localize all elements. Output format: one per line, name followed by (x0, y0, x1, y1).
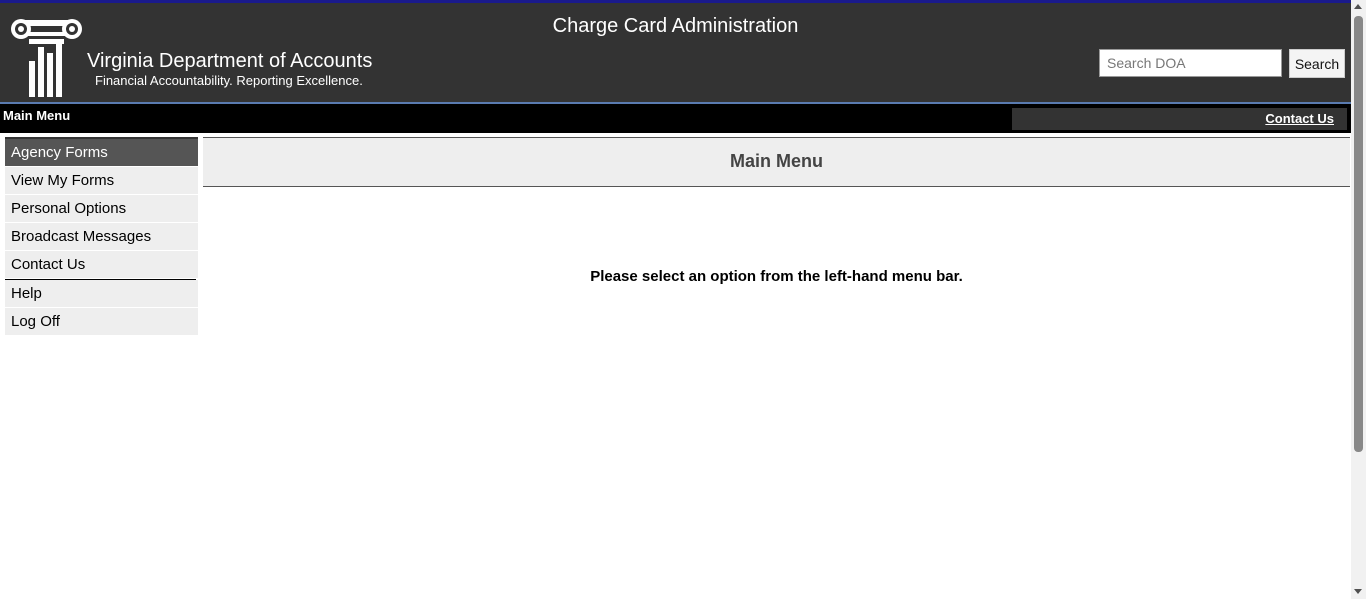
site-header: Charge Card Administration Virginia Depa… (0, 3, 1351, 102)
sidebar-item-contact-us[interactable]: Contact Us (5, 251, 198, 279)
app-title: Charge Card Administration (552, 15, 799, 37)
org-name[interactable]: Virginia Department of Accounts (87, 50, 372, 73)
sidebar-item-agency-forms[interactable]: Agency Forms (5, 139, 198, 167)
sidebar-item-help[interactable]: Help (5, 280, 198, 308)
page: Charge Card Administration Virginia Depa… (0, 0, 1366, 599)
main-instruction-text: Please select an option from the left-ha… (590, 268, 963, 285)
scroll-thumb[interactable] (1354, 16, 1363, 452)
top-navbar: Main Menu Contact Us (0, 104, 1351, 133)
navbar-title: Main Menu (3, 108, 71, 123)
vertical-scrollbar[interactable] (1351, 0, 1366, 599)
scroll-up-arrow-icon[interactable] (1354, 4, 1362, 9)
sidebar-item-personal-options[interactable]: Personal Options (5, 195, 198, 223)
search-input[interactable] (1099, 49, 1282, 77)
sidebar-item-log-off[interactable]: Log Off (5, 308, 198, 336)
search-button[interactable]: Search (1289, 49, 1345, 78)
page-title: Main Menu (730, 151, 823, 171)
sidebar-item-broadcast-messages[interactable]: Broadcast Messages (5, 223, 198, 251)
main-header: Main Menu (203, 137, 1350, 187)
contact-box: Contact Us (1012, 108, 1347, 130)
sidebar-item-view-my-forms[interactable]: View My Forms (5, 167, 198, 195)
sidebar-menu: Agency Forms View My Forms Personal Opti… (5, 137, 198, 336)
org-tagline: Financial Accountability. Reporting Exce… (95, 73, 363, 88)
scroll-down-arrow-icon[interactable] (1354, 589, 1362, 594)
navbar-contact-link[interactable]: Contact Us (1265, 111, 1334, 126)
